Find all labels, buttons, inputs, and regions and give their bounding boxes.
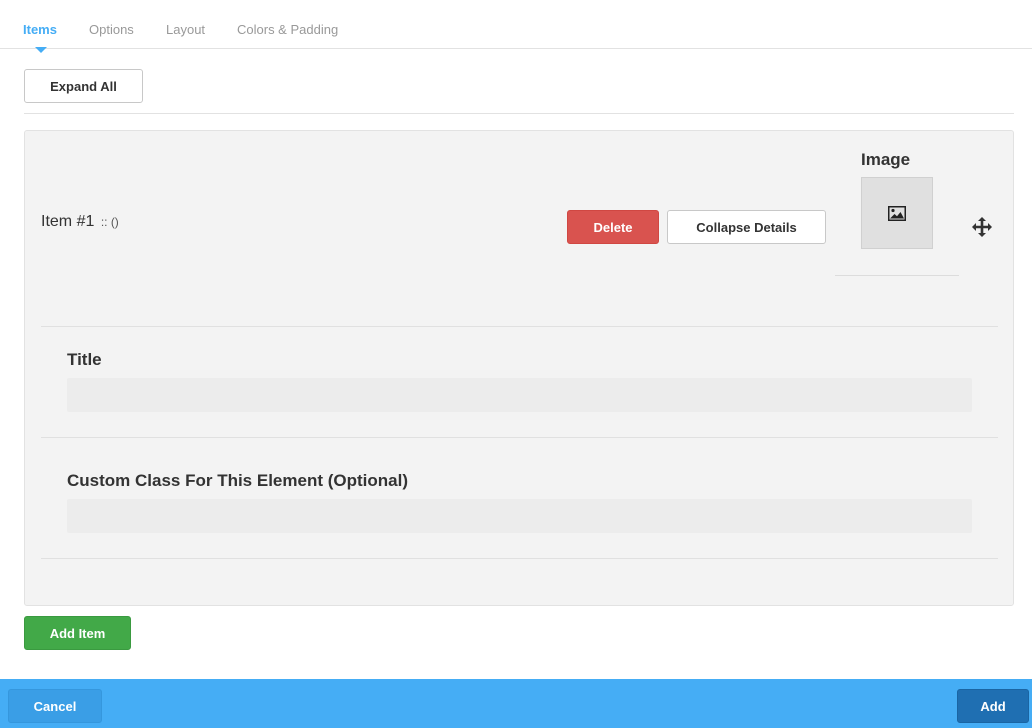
custom-class-input[interactable] — [67, 499, 972, 533]
item-header[interactable]: Item #1 :: () — [41, 213, 119, 231]
title-label: Title — [67, 350, 102, 369]
footer-bar: Cancel Add — [0, 679, 1032, 728]
divider — [41, 558, 998, 559]
divider — [24, 113, 1014, 114]
tab-items[interactable]: Items — [23, 22, 57, 37]
tab-options[interactable]: Options — [89, 22, 134, 37]
active-tab-indicator — [35, 47, 47, 53]
image-icon — [888, 205, 906, 221]
tab-colors-padding[interactable]: Colors & Padding — [237, 22, 338, 37]
cancel-button[interactable]: Cancel — [8, 689, 102, 723]
add-button[interactable]: Add — [957, 689, 1029, 723]
item-panel: Item #1 :: () Delete Collapse Details Im… — [24, 130, 1014, 606]
image-label: Image — [861, 150, 911, 169]
item-meta: :: () — [100, 215, 119, 229]
image-picker[interactable] — [861, 177, 933, 249]
delete-button[interactable]: Delete — [567, 210, 659, 244]
tab-layout[interactable]: Layout — [166, 22, 205, 37]
move-icon[interactable] — [971, 216, 993, 238]
image-divider — [835, 275, 959, 276]
collapse-details-button[interactable]: Collapse Details — [667, 210, 826, 244]
divider — [41, 326, 998, 327]
divider — [41, 437, 998, 438]
custom-class-label: Custom Class For This Element (Optional) — [67, 471, 408, 490]
tab-bar: Items Options Layout Colors & Padding — [0, 0, 1032, 53]
title-input[interactable] — [67, 378, 972, 412]
add-item-button[interactable]: Add Item — [24, 616, 131, 650]
item-title: Item #1 — [41, 213, 95, 230]
expand-all-button[interactable]: Expand All — [24, 69, 143, 103]
